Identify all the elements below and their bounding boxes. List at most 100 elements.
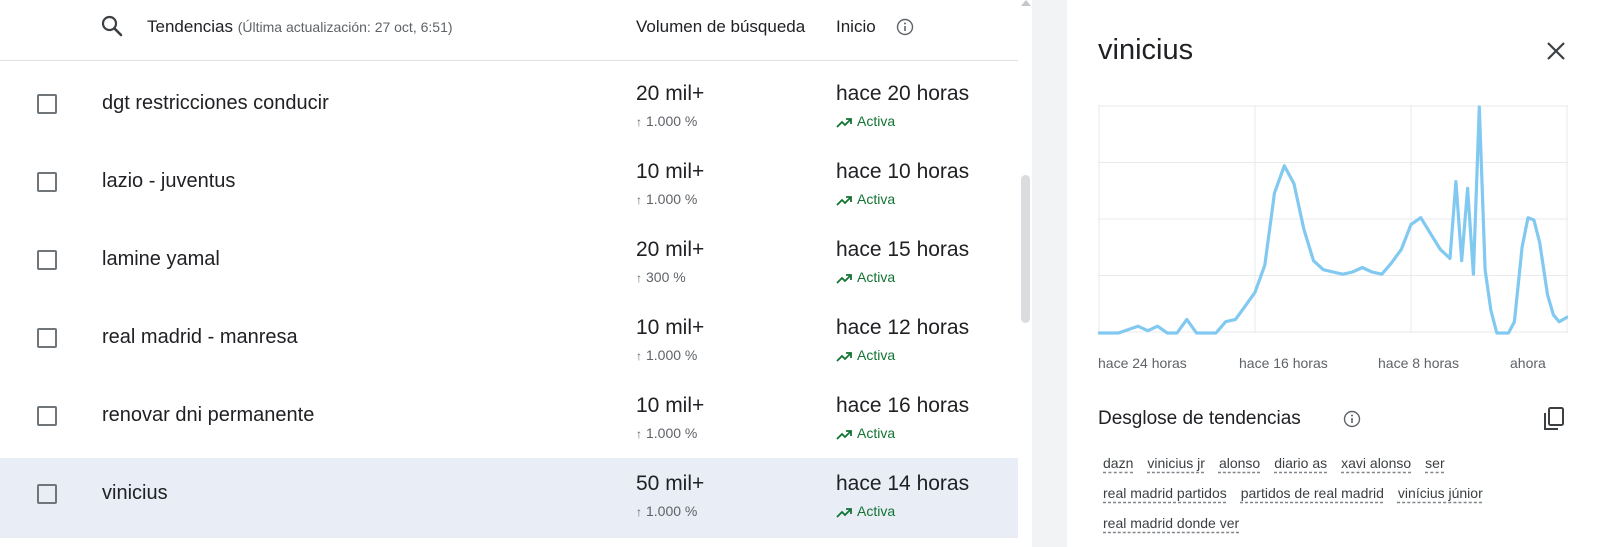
chart-x-tick-label: hace 24 horas <box>1098 355 1187 371</box>
table-row[interactable]: dgt restricciones conducir 20 mil+ ↑ 1.000 … <box>0 68 1018 148</box>
volume-change-value: 1.000 % <box>646 113 698 129</box>
header-title-text: Tendencias <box>147 17 234 36</box>
related-query-chip[interactable]: diario as <box>1274 455 1327 471</box>
search-volume: 10 mil+ <box>636 394 705 417</box>
panel-divider <box>1032 0 1067 547</box>
search-icon[interactable] <box>100 14 124 38</box>
volume-change-value: 1.000 % <box>646 425 698 441</box>
chart-x-tick-label: hace 8 horas <box>1378 355 1459 371</box>
start-time: hace 10 horas <box>836 160 970 183</box>
search-volume: 10 mil+ <box>636 316 705 339</box>
chart-x-tick-label: hace 16 horas <box>1239 355 1328 371</box>
status-label: Activa <box>857 191 896 207</box>
arrow-up-icon: ↑ <box>636 115 642 129</box>
table-row[interactable]: vinicius 50 mil+ ↑ 1.000 % hace 14 horas Acti… <box>0 458 1018 538</box>
related-queries: dazn vinicius jr alonso diario as xavi alons… <box>1103 455 1573 545</box>
breakdown-info-icon[interactable] <box>1343 410 1361 428</box>
table-header: Tendencias (Última actualización: 27 oct… <box>0 0 1018 61</box>
column-header-start[interactable]: Inicio <box>836 17 876 37</box>
row-checkbox[interactable] <box>37 250 57 270</box>
table-row[interactable]: renovar dni permanente 10 mil+ ↑ 1.000 % hac… <box>0 380 1018 460</box>
volume-change-value: 300 % <box>646 269 686 285</box>
chart-series-line <box>1098 105 1568 335</box>
last-updated: (Última actualización: 27 oct, 6:51) <box>237 19 453 35</box>
chip-line: real madrid partidos partidos de real mad… <box>1103 485 1573 515</box>
status-badge: Activa <box>836 113 895 129</box>
info-icon[interactable] <box>896 18 914 36</box>
chart-x-tick-label: ahora <box>1510 355 1546 371</box>
scrollbar[interactable] <box>1018 0 1032 547</box>
related-query-chip[interactable]: real madrid partidos <box>1103 485 1227 501</box>
status-badge: Activa <box>836 191 895 207</box>
volume-change: ↑ 1.000 % <box>636 191 697 207</box>
arrow-up-icon: ↑ <box>636 193 642 207</box>
status-label: Activa <box>857 503 896 519</box>
trend-term[interactable]: vinicius <box>102 482 168 505</box>
trend-term[interactable]: renovar dni permanente <box>102 404 314 427</box>
scrollbar-thumb[interactable] <box>1021 175 1030 323</box>
trending-up-icon <box>836 196 852 206</box>
related-query-chip[interactable]: vinícius júnior <box>1398 485 1483 501</box>
trend-chart <box>1098 105 1568 335</box>
status-label: Activa <box>857 347 896 363</box>
status-badge: Activa <box>836 503 895 519</box>
header-title: Tendencias (Última actualización: 27 oct… <box>147 17 453 37</box>
trending-up-icon <box>836 430 852 440</box>
volume-change: ↑ 1.000 % <box>636 425 697 441</box>
trend-term[interactable]: lamine yamal <box>102 248 220 271</box>
row-checkbox[interactable] <box>37 94 57 114</box>
related-query-chip[interactable]: vinicius jr <box>1147 455 1205 471</box>
related-query-chip[interactable]: xavi alonso <box>1341 455 1411 471</box>
volume-change-value: 1.000 % <box>646 347 698 363</box>
status-label: Activa <box>857 113 896 129</box>
row-checkbox[interactable] <box>37 406 57 426</box>
table-row[interactable]: lamine yamal 20 mil+ ↑ 300 % hace 15 horas Ac… <box>0 224 1018 304</box>
status-badge: Activa <box>836 347 895 363</box>
arrow-up-icon: ↑ <box>636 271 642 285</box>
related-query-chip[interactable]: alonso <box>1219 455 1260 471</box>
panel-title: vinicius <box>1098 34 1194 66</box>
search-volume: 20 mil+ <box>636 82 705 105</box>
start-time: hace 12 horas <box>836 316 970 339</box>
row-checkbox[interactable] <box>37 172 57 192</box>
related-query-chip[interactable]: partidos de real madrid <box>1241 485 1384 501</box>
volume-change: ↑ 1.000 % <box>636 113 697 129</box>
search-volume: 20 mil+ <box>636 238 705 261</box>
trends-table: Tendencias (Última actualización: 27 oct… <box>0 0 1018 547</box>
trending-up-icon <box>836 508 852 518</box>
volume-change: ↑ 300 % <box>636 269 686 285</box>
trending-up-icon <box>836 118 852 128</box>
trend-term[interactable]: lazio - juventus <box>102 170 235 193</box>
volume-change-value: 1.000 % <box>646 503 698 519</box>
status-label: Activa <box>857 269 896 285</box>
table-row[interactable]: lazio - juventus 10 mil+ ↑ 1.000 % hace 10 h… <box>0 146 1018 226</box>
volume-change: ↑ 1.000 % <box>636 503 697 519</box>
volume-change-value: 1.000 % <box>646 191 698 207</box>
search-volume: 50 mil+ <box>636 472 705 495</box>
row-checkbox[interactable] <box>37 484 57 504</box>
row-checkbox[interactable] <box>37 328 57 348</box>
arrow-up-icon: ↑ <box>636 427 642 441</box>
arrow-up-icon: ↑ <box>636 349 642 363</box>
related-query-chip[interactable]: dazn <box>1103 455 1133 471</box>
related-query-chip[interactable]: ser <box>1425 455 1444 471</box>
related-query-chip[interactable]: real madrid donde ver <box>1103 515 1239 531</box>
volume-change: ↑ 1.000 % <box>636 347 697 363</box>
search-volume: 10 mil+ <box>636 160 705 183</box>
copy-icon[interactable] <box>1542 406 1566 432</box>
scroll-up-arrow-icon[interactable] <box>1021 0 1031 6</box>
table-row[interactable]: real madrid - manresa 10 mil+ ↑ 1.000 % hace… <box>0 302 1018 382</box>
start-time: hace 20 horas <box>836 82 970 105</box>
trend-term[interactable]: real madrid - manresa <box>102 326 298 349</box>
chip-line: dazn vinicius jr alonso diario as xavi alons… <box>1103 455 1573 485</box>
close-icon[interactable] <box>1545 40 1567 62</box>
breakdown-title: Desglose de tendencias <box>1098 408 1301 429</box>
arrow-up-icon: ↑ <box>636 505 642 519</box>
start-time: hace 15 horas <box>836 238 970 261</box>
start-time: hace 16 horas <box>836 394 970 417</box>
column-header-volume[interactable]: Volumen de búsqueda <box>636 17 816 37</box>
status-badge: Activa <box>836 425 895 441</box>
trend-term[interactable]: dgt restricciones conducir <box>102 92 329 115</box>
detail-panel: vinicius hace 24 horas hace 16 horas hace … <box>1067 0 1613 547</box>
trending-up-icon <box>836 352 852 362</box>
